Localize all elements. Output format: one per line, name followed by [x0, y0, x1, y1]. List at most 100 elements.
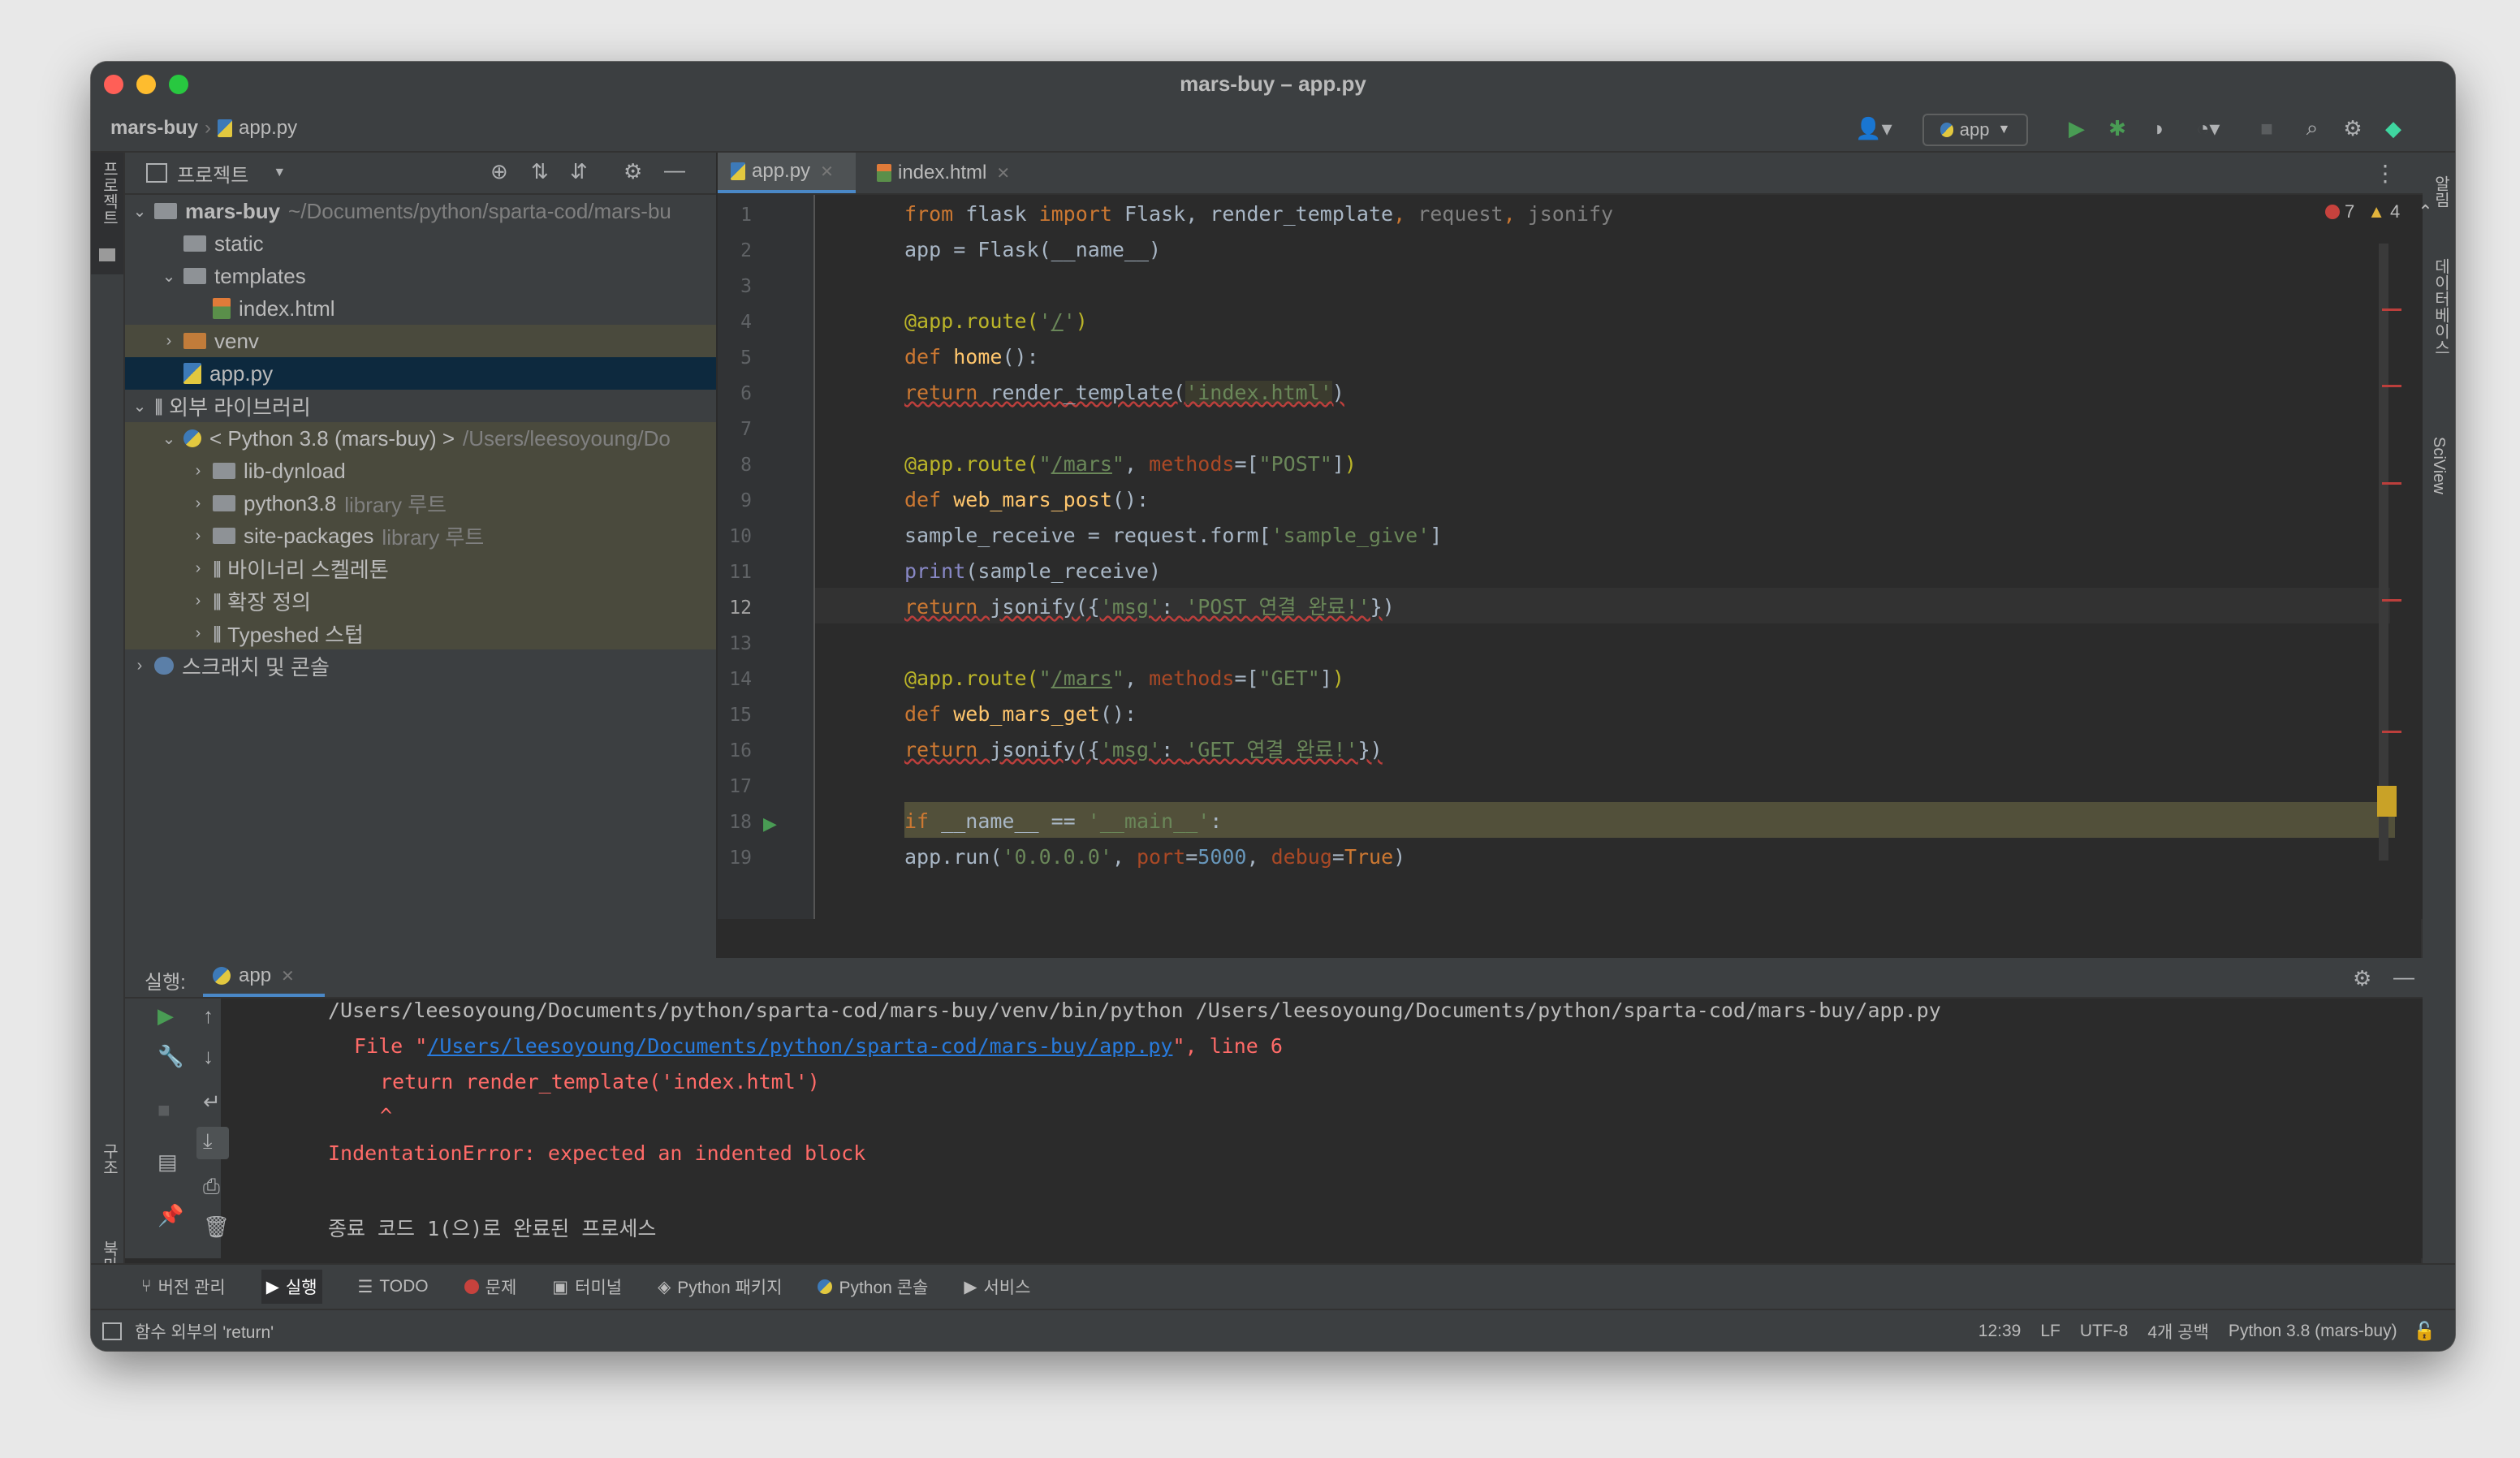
arrow-up-icon[interactable]: ↑: [203, 1003, 214, 1029]
run-tab-app[interactable]: app ✕: [203, 958, 325, 997]
sciview-tool-tab[interactable]: SciView: [2423, 412, 2455, 526]
gear-icon[interactable]: ⚙: [2353, 966, 2371, 991]
traceback-file-link[interactable]: /Users/leesoyoung/Documents/python/spart…: [427, 1034, 1172, 1058]
warning-marker[interactable]: [2377, 786, 2397, 817]
tree-item-typeshed-stubs[interactable]: › ||| Typeshed 스텁: [125, 617, 716, 649]
tree-item-mars-buy[interactable]: ⌄ mars-buy ~/Documents/python/sparta-cod…: [125, 195, 716, 227]
run-config-select[interactable]: app ▼: [1922, 114, 2028, 146]
chevron-right-icon[interactable]: ›: [132, 657, 148, 675]
jetbrains-icon[interactable]: ◆: [2377, 114, 2410, 143]
tab-version-control[interactable]: ⑂ 버전 관리: [141, 1275, 226, 1299]
coverage-icon[interactable]: ◗: [2143, 114, 2176, 143]
gear-icon[interactable]: ⚙: [2337, 114, 2369, 143]
chevron-up-icon[interactable]: ⌃: [2418, 201, 2432, 222]
tree-item-lib-dynload[interactable]: › lib-dynload: [125, 455, 716, 487]
more-tabs-icon[interactable]: ⋮: [2374, 153, 2406, 193]
tree-item-python-sdk[interactable]: ⌄ < Python 3.8 (mars-buy) > /Users/leeso…: [125, 422, 716, 455]
chevron-down-icon[interactable]: ▼: [273, 166, 286, 180]
chevron-down-icon[interactable]: ⌄: [2454, 201, 2455, 222]
chevron-right-icon[interactable]: ›: [190, 559, 206, 578]
lock-icon[interactable]: 🔓: [2414, 1321, 2436, 1342]
indent-setting[interactable]: 4개 공백: [2147, 1319, 2208, 1344]
pin-icon[interactable]: 📌: [158, 1203, 183, 1228]
tab-problems[interactable]: 문제: [464, 1275, 516, 1299]
search-icon[interactable]: ⌕: [2296, 114, 2328, 143]
scroll-to-end-toggle[interactable]: [196, 1127, 229, 1159]
caret-position[interactable]: 12:39: [1978, 1322, 2022, 1341]
chevron-right-icon[interactable]: ›: [190, 592, 206, 610]
tree-item-site-packages[interactable]: › site-packages library 루트: [125, 520, 716, 552]
chevron-down-icon[interactable]: ⌄: [161, 429, 177, 449]
database-tool-tab[interactable]: 데이터베이스: [2423, 234, 2455, 396]
error-marker[interactable]: [2382, 482, 2401, 485]
hide-panel-icon[interactable]: —: [664, 157, 685, 183]
run-gutter-icon[interactable]: ▶: [763, 813, 777, 835]
error-marker[interactable]: [2382, 731, 2401, 733]
close-window-button[interactable]: [104, 75, 123, 94]
file-encoding[interactable]: UTF-8: [2080, 1322, 2129, 1341]
structure-tool-tab[interactable]: 구조: [91, 1143, 123, 1224]
tree-item-templates[interactable]: ⌄ templates: [125, 260, 716, 292]
interpreter-selector[interactable]: Python 3.8 (mars-buy): [2229, 1322, 2397, 1341]
tree-item-scratches[interactable]: › 스크래치 및 콘솔: [125, 649, 716, 682]
editor-scrollbar[interactable]: [2379, 244, 2388, 861]
tab-todo[interactable]: ☰ TODO: [358, 1277, 429, 1297]
tab-python-console[interactable]: Python 콘솔: [818, 1275, 928, 1299]
tree-item-static[interactable]: static: [125, 227, 716, 260]
chevron-down-icon[interactable]: ⌄: [132, 201, 148, 222]
chevron-down-icon[interactable]: ⌄: [132, 396, 148, 416]
zoom-window-button[interactable]: [169, 75, 188, 94]
wrench-icon[interactable]: 🔧: [158, 1044, 183, 1069]
layout-icon[interactable]: ▤: [158, 1150, 178, 1175]
error-marker[interactable]: [2382, 385, 2401, 387]
chevron-down-icon[interactable]: ⌄: [161, 266, 177, 287]
tab-app-py[interactable]: app.py ✕: [718, 153, 856, 193]
stop-icon[interactable]: ■: [2250, 114, 2283, 143]
chevron-right-icon[interactable]: ›: [190, 494, 206, 513]
soft-wrap-icon[interactable]: ↵: [203, 1089, 221, 1115]
close-icon[interactable]: ✕: [820, 162, 834, 182]
tree-item-venv[interactable]: › venv: [125, 325, 716, 357]
hide-panel-icon[interactable]: —: [2393, 964, 2414, 990]
project-tool-tab[interactable]: 프로젝트: [91, 153, 123, 274]
tab-services[interactable]: ▶ 서비스: [964, 1275, 1030, 1299]
gear-icon[interactable]: ⚙: [624, 159, 642, 184]
breadcrumb-project[interactable]: mars-buy: [110, 117, 198, 140]
code-editor[interactable]: from flask import Flask, render_template…: [815, 195, 2455, 919]
user-icon[interactable]: 👤▾: [1849, 114, 1898, 143]
line-separator[interactable]: LF: [2040, 1322, 2060, 1341]
close-icon[interactable]: ✕: [281, 966, 295, 986]
tab-python-packages[interactable]: ◈ Python 패키지: [658, 1275, 782, 1299]
locate-icon[interactable]: ⊕: [490, 159, 508, 184]
project-panel-title[interactable]: 프로젝트: [177, 159, 248, 188]
error-marker[interactable]: [2382, 308, 2401, 311]
tree-item-extended-definitions[interactable]: › ||| 확장 정의: [125, 584, 716, 617]
stop-icon[interactable]: ■: [158, 1098, 170, 1123]
collapse-all-icon[interactable]: ⇵: [570, 159, 588, 184]
chevron-right-icon[interactable]: ›: [190, 462, 206, 481]
rerun-icon[interactable]: ▶: [158, 1003, 174, 1029]
arrow-down-icon[interactable]: ↓: [203, 1044, 214, 1069]
expand-all-icon[interactable]: ⇅: [531, 159, 549, 184]
debug-icon[interactable]: ✱: [2101, 114, 2134, 143]
tool-windows-icon[interactable]: [102, 1322, 122, 1340]
tree-item-index-html[interactable]: index.html: [125, 292, 716, 325]
run-icon[interactable]: ▶: [2060, 114, 2093, 143]
trash-icon[interactable]: 🗑: [203, 1214, 230, 1240]
chevron-right-icon[interactable]: ›: [190, 527, 206, 546]
inspection-widget[interactable]: 7 ▲ 4 ⌃ ⌄: [2325, 201, 2455, 222]
close-icon[interactable]: ✕: [996, 163, 1010, 183]
tab-index-html[interactable]: index.html ✕: [864, 153, 1026, 193]
tab-run[interactable]: ▶ 실행: [261, 1270, 322, 1304]
print-icon[interactable]: ⎙: [203, 1174, 220, 1200]
tree-item-external-libraries[interactable]: ⌄ ||| 외부 라이브러리: [125, 390, 716, 422]
minimize-window-button[interactable]: [136, 75, 156, 94]
chevron-right-icon[interactable]: ›: [161, 332, 177, 351]
profile-icon[interactable]: ◔▾: [2184, 114, 2233, 143]
tree-item-python38[interactable]: › python3.8 library 루트: [125, 487, 716, 520]
tab-terminal[interactable]: ▣ 터미널: [552, 1275, 622, 1299]
breadcrumb-file[interactable]: app.py: [239, 117, 297, 140]
error-marker[interactable]: [2382, 599, 2401, 602]
chevron-right-icon[interactable]: ›: [190, 624, 206, 643]
tree-item-binary-skeletons[interactable]: › ||| 바이너리 스켈레톤: [125, 552, 716, 584]
